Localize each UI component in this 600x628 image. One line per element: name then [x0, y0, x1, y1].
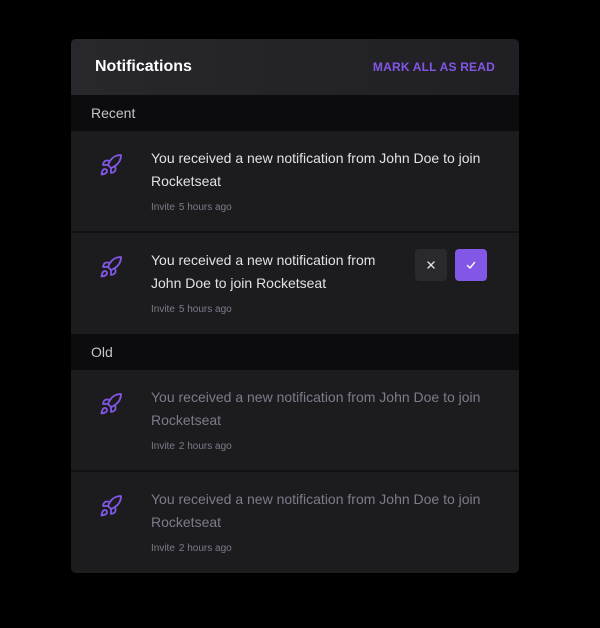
notification-text: You received a new notification from Joh…: [151, 389, 481, 428]
notification-item[interactable]: You received a new notification from Joh…: [71, 131, 519, 231]
notification-time: 2 hours ago: [178, 441, 232, 452]
decline-button[interactable]: [415, 249, 447, 281]
notifications-header: Notifications MARK ALL AS READ: [71, 39, 519, 95]
notification-type: Invite: [151, 202, 175, 213]
notification-item[interactable]: You received a new notification from Joh…: [71, 231, 519, 334]
notification-body: You received a new notification from Joh…: [151, 370, 519, 470]
rocket-icon: [71, 131, 151, 231]
section-label-old: Old: [71, 334, 519, 370]
notification-time: 5 hours ago: [178, 304, 232, 315]
notification-type: Invite: [151, 441, 175, 452]
notification-time: 2 hours ago: [178, 543, 232, 554]
rocket-icon: [71, 370, 151, 470]
rocket-icon: [71, 233, 151, 334]
notification-type: Invite: [151, 304, 175, 315]
notification-meta: Invite 5 hours ago: [151, 304, 379, 315]
notification-meta: Invite 2 hours ago: [151, 543, 483, 554]
notification-body: You received a new notification from Joh…: [151, 233, 387, 334]
notification-item[interactable]: You received a new notification from Joh…: [71, 470, 519, 573]
rocket-icon: [71, 472, 151, 573]
notification-actions: [415, 249, 487, 281]
notification-body: You received a new notification from Joh…: [151, 472, 519, 573]
notification-item[interactable]: You received a new notification from Joh…: [71, 370, 519, 470]
notification-text: You received a new notification from Joh…: [151, 150, 481, 189]
notification-meta: Invite 2 hours ago: [151, 441, 483, 452]
mark-all-as-read-button[interactable]: MARK ALL AS READ: [373, 60, 495, 74]
section-label-recent: Recent: [71, 95, 519, 131]
check-icon: [466, 261, 476, 269]
notification-meta: Invite 5 hours ago: [151, 202, 483, 213]
notification-time: 5 hours ago: [178, 202, 232, 213]
accept-button[interactable]: [455, 249, 487, 281]
notifications-panel: Notifications MARK ALL AS READ Recent Yo…: [71, 39, 519, 573]
notification-body: You received a new notification from Joh…: [151, 131, 519, 231]
close-icon: [427, 261, 435, 269]
panel-title: Notifications: [95, 58, 192, 75]
notification-type: Invite: [151, 543, 175, 554]
notification-text: You received a new notification from Joh…: [151, 491, 481, 530]
notification-text: You received a new notification from Joh…: [151, 252, 376, 291]
